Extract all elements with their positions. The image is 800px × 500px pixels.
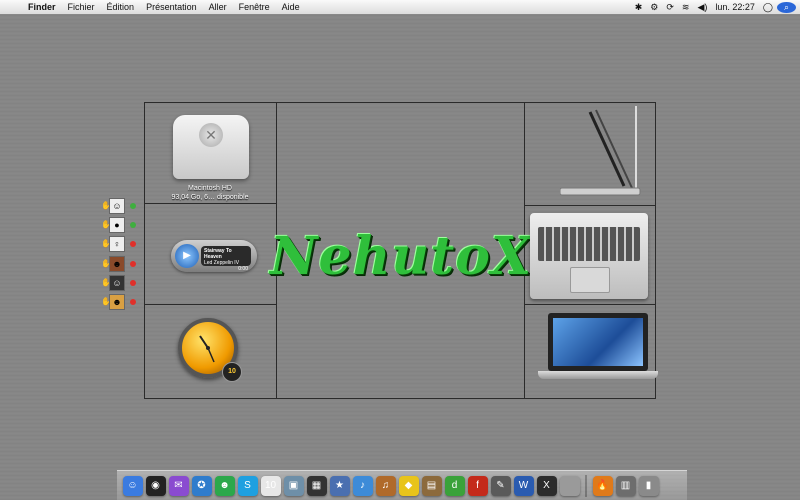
itunes-icon[interactable]: ♪ <box>352 475 373 496</box>
presence-dot <box>130 299 136 305</box>
grid-line <box>524 205 656 206</box>
grid-line <box>144 102 145 399</box>
buddy-item[interactable]: ✋ ♀ <box>101 236 141 252</box>
pen-icon[interactable]: ✎ <box>490 475 511 496</box>
status-icon: ✋ <box>101 201 111 210</box>
presence-dot <box>130 222 136 228</box>
trackpad <box>570 267 610 293</box>
itunes-display: Stairway To Heaven Led Zeppelin IV 0:00 <box>201 246 251 272</box>
presence-dot <box>130 261 136 267</box>
xbox-logo-icon: ✕ <box>199 123 223 147</box>
drive-info: 93,04 Go, 6… disponible <box>171 194 249 201</box>
duck-icon[interactable]: ◆ <box>398 475 419 496</box>
status-icon: ✋ <box>101 278 111 287</box>
menu-presentation[interactable]: Présentation <box>140 0 203 14</box>
menu-fichier[interactable]: Fichier <box>62 0 101 14</box>
gear-icon[interactable]: ⚙ <box>646 2 662 13</box>
garageband-icon[interactable]: ♫ <box>375 475 396 496</box>
menu-fenetre[interactable]: Fenêtre <box>233 0 276 14</box>
downloads-icon[interactable]: ▥ <box>615 475 636 496</box>
laptop-base <box>538 371 658 379</box>
menu-bar: Finder Fichier Édition Présentation Alle… <box>0 0 800 15</box>
track-title: Stairway To Heaven <box>204 248 232 260</box>
status-icon: ✋ <box>101 220 111 229</box>
firefox-icon[interactable]: 🔥 <box>592 475 613 496</box>
menu-clock[interactable]: lun. 22:27 <box>711 2 759 12</box>
menu-extras: ✱ ⚙ ⟳ ≋ ◀) lun. 22:27 ◯ ⌕ <box>631 0 800 14</box>
drive-label[interactable]: Macintosh HD 93,04 Go, 6… disponible <box>150 184 270 202</box>
buddy-item[interactable]: ✋ ☺ <box>101 198 141 214</box>
grid-line <box>144 304 276 305</box>
avatar: ♀ <box>109 236 125 252</box>
dreamweaver-icon[interactable]: d <box>444 475 465 496</box>
status-icon: ✋ <box>101 259 111 268</box>
clapper-icon[interactable]: ▦ <box>306 475 327 496</box>
buddy-item[interactable]: ✋ ☺ <box>101 275 141 291</box>
menu-finder[interactable]: Finder <box>22 0 62 14</box>
word-icon[interactable]: W <box>513 475 534 496</box>
buddy-item[interactable]: ✋ ● <box>101 217 141 233</box>
avatar: ☺ <box>109 198 125 214</box>
nehutox-logo: NehutoX <box>270 226 533 287</box>
grid-line <box>144 203 276 204</box>
grid-line <box>524 304 656 305</box>
play-icon[interactable]: ▶ <box>175 244 199 268</box>
status-icon: ✋ <box>101 239 111 248</box>
presence-dot <box>130 203 136 209</box>
avatar: ☻ <box>109 256 125 272</box>
buddy-item[interactable]: ✋ ☻ <box>101 256 141 272</box>
grid-line <box>144 398 656 399</box>
spotlight-icon[interactable]: ⌕ <box>777 1 796 13</box>
iphoto-icon[interactable]: ▤ <box>421 475 442 496</box>
menu-aide[interactable]: Aide <box>276 0 306 14</box>
macintosh-hd-icon[interactable]: ✕ <box>173 115 249 179</box>
menu-edition[interactable]: Édition <box>101 0 141 14</box>
itunes-widget: ▶ Stairway To Heaven Led Zeppelin IV 0:0… <box>171 240 257 272</box>
photos-icon[interactable]: ▣ <box>283 475 304 496</box>
laptop-keyboard-icon[interactable] <box>530 213 648 299</box>
osx-icon[interactable]: X <box>536 475 557 496</box>
avatar: ☻ <box>109 294 125 310</box>
presence-dot <box>130 280 136 286</box>
wifi-icon[interactable]: ≋ <box>678 2 694 13</box>
calendar-icon[interactable]: 10 <box>260 475 281 496</box>
drive-name: Macintosh HD <box>188 185 232 192</box>
clock-badge: 10 <box>222 362 242 382</box>
buddy-item[interactable]: ✋ ☻ <box>101 294 141 310</box>
flash-icon[interactable]: f <box>467 475 488 496</box>
adium-icon[interactable]: ☻ <box>214 475 235 496</box>
presence-dot <box>130 241 136 247</box>
status-icon: ✋ <box>101 297 111 306</box>
volume-icon[interactable]: ◀) <box>693 2 711 13</box>
clock-widget[interactable]: 10 <box>178 318 242 382</box>
user-icon[interactable]: ◯ <box>759 2 777 13</box>
grid-line <box>144 102 656 103</box>
laptop-display <box>548 313 648 371</box>
menu-aller[interactable]: Aller <box>203 0 233 14</box>
laptop-screen-icon[interactable] <box>538 313 658 385</box>
laptop-open-icon[interactable] <box>560 104 642 202</box>
avatar: ☺ <box>109 275 125 291</box>
track-time: 0:00 <box>238 266 248 272</box>
skype-icon[interactable]: S <box>237 475 258 496</box>
trash-icon[interactable]: ▮ <box>638 475 659 496</box>
bluetooth-icon[interactable]: ✱ <box>631 2 647 13</box>
safari-icon[interactable]: ✪ <box>191 475 212 496</box>
ichat-icon[interactable]: ✉ <box>168 475 189 496</box>
dashboard-icon[interactable]: ◉ <box>145 475 166 496</box>
keyboard <box>538 227 640 261</box>
system-icon[interactable] <box>559 475 580 496</box>
dock-separator <box>585 474 587 497</box>
dock: ☺ ◉ ✉ ✪ ☻ S 10 ▣ ▦ ★ ♪ ♫ ◆ ▤ d f ✎ W X 🔥 ▥ ▮ <box>117 470 687 500</box>
imovie-icon[interactable]: ★ <box>329 475 350 496</box>
finder-icon[interactable]: ☺ <box>122 475 143 496</box>
avatar: ● <box>109 217 125 233</box>
sync-icon[interactable]: ⟳ <box>662 2 678 13</box>
